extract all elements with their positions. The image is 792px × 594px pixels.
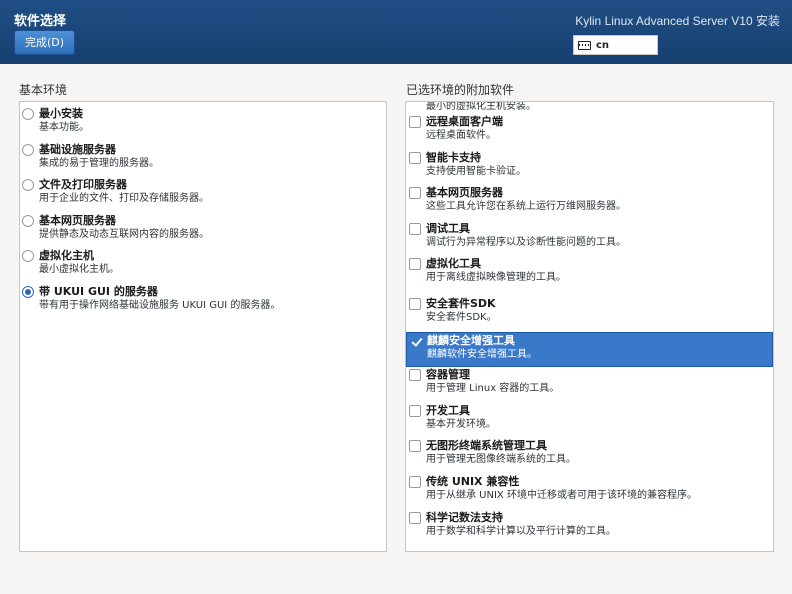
radio-button[interactable] — [22, 250, 34, 263]
page-title: 软件选择 — [14, 14, 67, 29]
addon-item-desc: 用于离线虚拟映像管理的工具。 — [426, 272, 566, 284]
radio-button[interactable] — [22, 108, 34, 120]
checkbox[interactable] — [409, 369, 421, 382]
addon-item-name: 调试工具 — [426, 221, 470, 235]
env-item-desc: 带有用于操作网络基础设施服务 UKUI GUI 的服务器。 — [39, 299, 281, 311]
addon-item-name: 基本网页服务器 — [426, 186, 503, 200]
addon-item-name: 开发工具 — [426, 403, 470, 417]
env-item-desc: 用于企业的文件、打印及存储服务器。 — [39, 193, 209, 205]
addon-item-smartcard[interactable]: 智能卡支持 支持使用智能卡验证。 — [406, 150, 773, 186]
checkbox[interactable] — [409, 151, 421, 164]
addon-item-kylin-security[interactable]: 麒麟安全增强工具 麒麟软件安全增强工具。 — [406, 331, 773, 368]
env-item-server-ukui-gui[interactable]: 带 UKUI GUI 的服务器 带有用于操作网络基础设施服务 UKUI GUI … — [20, 284, 386, 320]
checkbox[interactable] — [409, 116, 421, 128]
addon-item-scientific-support[interactable]: 科学记数法支持 用于数学和科学计算以及平行计算的工具。 — [406, 510, 773, 546]
env-item-desc: 最小虚拟化主机。 — [39, 264, 119, 276]
checkbox[interactable] — [409, 475, 421, 488]
addon-item-name: 容器管理 — [426, 368, 470, 382]
checkbox[interactable] — [409, 440, 421, 453]
env-item-name: 基本网页服务器 — [39, 213, 116, 227]
addon-item-security-sdk[interactable]: 安全套件SDK 安全套件SDK。 — [406, 296, 773, 332]
addon-item-web-server[interactable]: 基本网页服务器 这些工具允许您在系统上运行万维网服务器。 — [406, 185, 773, 221]
env-item-name: 基础设施服务器 — [39, 142, 116, 156]
addon-item-desc: 支持使用智能卡验证。 — [426, 165, 526, 177]
header-bar: 软件选择 完成(D) Kylin Linux Advanced Server V… — [0, 0, 792, 64]
radio-button-selected[interactable] — [22, 285, 34, 298]
radio-button[interactable] — [22, 179, 34, 192]
addon-item-name: 安全套件SDK — [426, 296, 496, 310]
addon-item-name: 科学记数法支持 — [426, 510, 503, 524]
addon-item-name: 传统 UNIX 兼容性 — [426, 474, 520, 488]
env-item-web-server[interactable]: 基本网页服务器 提供静态及动态互联网内容的服务器。 — [20, 213, 386, 249]
addon-item-name: 虚拟化工具 — [426, 257, 481, 271]
env-item-name: 文件及打印服务器 — [39, 178, 127, 192]
addon-item-legacy-unix[interactable]: 传统 UNIX 兼容性 用于从继承 UNIX 环境中迁移或者可用于该环境的兼容程… — [406, 474, 773, 510]
addon-item-desc: 调试行为异常程序以及诊断性能问题的工具。 — [426, 236, 626, 248]
env-item-desc: 提供静态及动态互联网内容的服务器。 — [39, 228, 209, 240]
addon-item-debug-tools[interactable]: 调试工具 调试行为异常程序以及诊断性能问题的工具。 — [406, 221, 773, 257]
addon-item-desc: 这些工具允许您在系统上运行万维网服务器。 — [426, 201, 626, 213]
addon-item-development-tools[interactable]: 开发工具 基本开发环境。 — [406, 403, 773, 439]
addon-item-name: 智能卡支持 — [426, 150, 481, 164]
addon-item-name: 无图形终端系统管理工具 — [426, 439, 547, 453]
addon-item-desc: 安全套件SDK。 — [426, 311, 497, 323]
env-item-name: 最小安装 — [39, 107, 83, 120]
keyboard-layout-indicator[interactable]: cn — [573, 35, 658, 55]
env-item-desc: 基本功能。 — [39, 122, 89, 133]
addon-item-desc: 用于管理 Linux 容器的工具。 — [426, 383, 560, 395]
addon-item-desc: 基本开发环境。 — [426, 418, 496, 430]
product-title: Kylin Linux Advanced Server V10 安装 — [575, 14, 780, 28]
checkbox[interactable] — [409, 222, 421, 235]
base-env-label: 基本环境 — [19, 83, 68, 97]
addon-item-desc: 用于从继承 UNIX 环境中迁移或者可用于该环境的兼容程序。 — [426, 489, 697, 501]
addons-label: 已选环境的附加软件 — [406, 83, 515, 97]
addon-item-name: 麒麟安全增强工具 — [427, 333, 515, 347]
addon-item-desc: 用于管理无图像终端系统的工具。 — [426, 454, 576, 466]
env-item-file-print[interactable]: 文件及打印服务器 用于企业的文件、打印及存储服务器。 — [20, 177, 386, 213]
addon-item-name: 远程桌面客户端 — [426, 115, 503, 128]
checkbox[interactable] — [409, 404, 421, 417]
radio-button[interactable] — [22, 143, 34, 156]
base-env-list: 最小安装 基本功能。 基础设施服务器 集成的易于管理的服务器。 文件及打印服务器… — [19, 101, 387, 552]
done-button[interactable]: 完成(D) — [14, 30, 75, 55]
env-item-desc: 集成的易于管理的服务器。 — [39, 157, 159, 169]
keyboard-layout-label: cn — [596, 39, 610, 51]
checkbox[interactable] — [409, 187, 421, 200]
env-item-name: 带 UKUI GUI 的服务器 — [39, 284, 158, 298]
env-item-minimal[interactable]: 最小安装 基本功能。 — [20, 106, 386, 142]
checkbox[interactable] — [409, 511, 421, 524]
checkbox[interactable] — [409, 258, 421, 271]
addon-item-desc: 用于数学和科学计算以及平行计算的工具。 — [426, 525, 616, 537]
addon-item-desc-partial: 最小的虚拟化主机安装。 — [426, 101, 536, 112]
addon-item-virtualization-tools[interactable]: 虚拟化工具 用于离线虚拟映像管理的工具。 — [406, 256, 773, 292]
checkbox-checked[interactable] — [410, 335, 422, 347]
checkbox[interactable] — [409, 297, 421, 310]
addon-item-headless-management[interactable]: 无图形终端系统管理工具 用于管理无图像终端系统的工具。 — [406, 438, 773, 474]
radio-button[interactable] — [22, 214, 34, 227]
addon-item-remote-desktop[interactable]: 远程桌面客户端 远程桌面软件。 — [406, 114, 773, 150]
addon-item-desc: 远程桌面软件。 — [426, 130, 496, 141]
addon-item-container-management[interactable]: 容器管理 用于管理 Linux 容器的工具。 — [406, 367, 773, 403]
env-item-infrastructure[interactable]: 基础设施服务器 集成的易于管理的服务器。 — [20, 142, 386, 178]
env-item-name: 虚拟化主机 — [39, 249, 94, 263]
keyboard-icon — [578, 40, 591, 50]
addons-list: 最小的虚拟化主机安装。 远程桌面客户端 远程桌面软件。 智能卡支持 支持使用智能… — [405, 101, 774, 552]
env-item-virtualization-host[interactable]: 虚拟化主机 最小虚拟化主机。 — [20, 248, 386, 284]
addon-item-desc: 麒麟软件安全增强工具。 — [427, 348, 537, 360]
